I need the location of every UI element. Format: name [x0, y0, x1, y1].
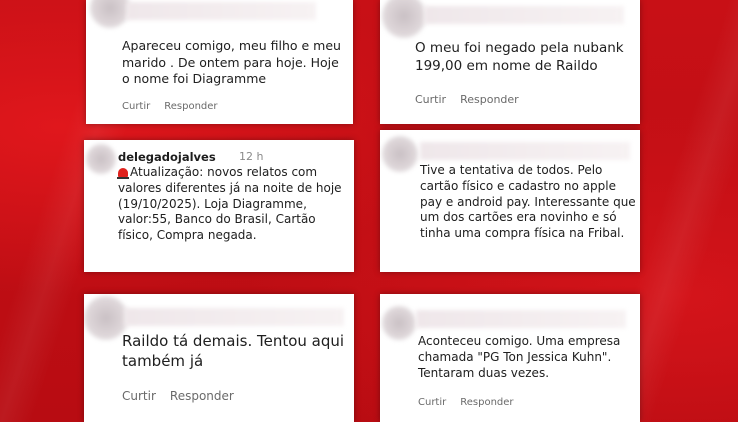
comment-card-1: Apareceu comigo, meu filho e meu marido …	[86, 0, 353, 124]
comment-text: Raildo tá demais. Tentou aqui também já	[122, 332, 345, 370]
avatar	[90, 0, 130, 28]
comment-text: Atualização: novos relatos com valores d…	[117, 165, 348, 244]
blurred-username	[416, 310, 626, 328]
like-button[interactable]: Curtir	[122, 101, 150, 112]
comment-text: Tive a tentativa de todos. Pelo cartão f…	[420, 163, 636, 241]
reply-button[interactable]: Responder	[164, 101, 217, 112]
avatar	[382, 306, 416, 340]
avatar	[382, 0, 426, 38]
siren-icon	[117, 168, 129, 179]
comment-card-3: delegadojalves 12 h Atualização: novos r…	[84, 140, 354, 272]
blurred-username	[424, 6, 624, 24]
comment-card-5: Raildo tá demais. Tentou aqui também já …	[84, 294, 354, 422]
comment-actions: Curtir Responder	[122, 389, 234, 403]
timestamp: 12 h	[239, 150, 264, 163]
comment-card-6: Aconteceu comigo. Uma empresa chamada "P…	[380, 294, 640, 422]
blurred-username	[420, 142, 630, 160]
comment-text: Apareceu comigo, meu filho e meu marido …	[122, 38, 341, 86]
like-button[interactable]: Curtir	[122, 389, 156, 403]
comment-text: Aconteceu comigo. Uma empresa chamada "P…	[418, 334, 621, 380]
blurred-username	[126, 2, 316, 20]
like-button[interactable]: Curtir	[415, 93, 446, 106]
username[interactable]: delegadojalves	[118, 150, 216, 164]
avatar	[382, 136, 418, 172]
comment-actions: Curtir Responder	[122, 101, 218, 112]
comment-actions: Curtir Responder	[418, 397, 514, 408]
comment-body: Atualização: novos relatos com valores d…	[118, 165, 342, 243]
reply-button[interactable]: Responder	[170, 389, 234, 403]
comment-card-4: Tive a tentativa de todos. Pelo cartão f…	[380, 130, 640, 272]
blurred-username	[124, 308, 344, 326]
reply-button[interactable]: Responder	[460, 397, 513, 408]
avatar	[86, 144, 116, 174]
like-button[interactable]: Curtir	[418, 397, 446, 408]
comment-text: O meu foi negado pela nubank 199,00 em n…	[415, 40, 624, 74]
comment-card-2: O meu foi negado pela nubank 199,00 em n…	[380, 0, 640, 124]
comment-actions: Curtir Responder	[415, 93, 519, 106]
reply-button[interactable]: Responder	[460, 93, 519, 106]
